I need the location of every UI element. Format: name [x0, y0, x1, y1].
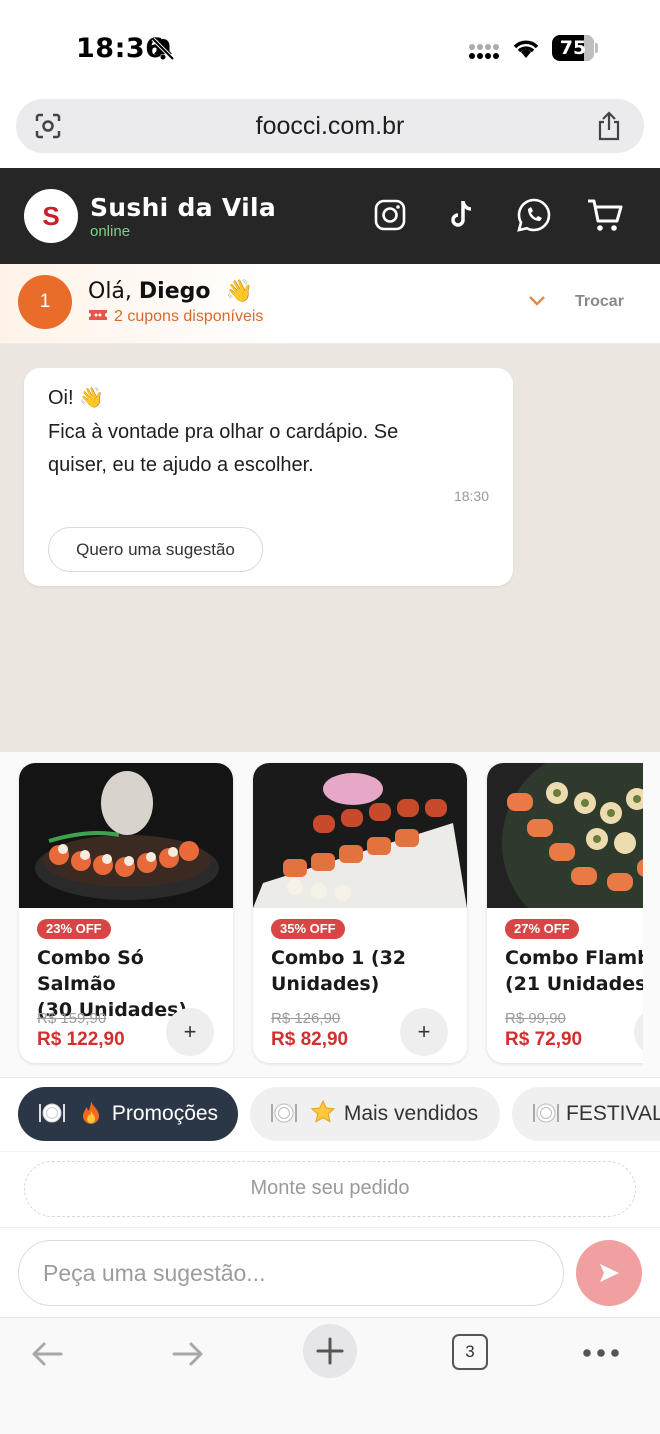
user-avatar[interactable]: 1 — [18, 275, 72, 329]
battery-level: 75 — [559, 37, 587, 59]
discount-badge: 35% OFF — [271, 919, 345, 939]
old-price: R$ 99,90 — [505, 1010, 566, 1027]
product-price: R$ 82,90 — [271, 1029, 349, 1050]
coupons-text: 2 cupons disponíveis — [114, 308, 264, 325]
cellular-signal-icon — [469, 44, 499, 59]
wave-emoji: 👋 — [225, 279, 253, 304]
plus-icon — [316, 1337, 344, 1365]
chat-area[interactable]: Oi! 👋 Fica à vontade pra olhar o cardápi… — [0, 344, 660, 752]
send-icon — [600, 1264, 619, 1282]
greeting-text: Olá, Diego 👋 — [88, 279, 253, 304]
product-price: R$ 72,90 — [505, 1029, 583, 1050]
star-icon — [310, 1099, 336, 1123]
cart-icon[interactable] — [585, 195, 625, 235]
store-name: Sushi da Vila — [90, 193, 277, 222]
product-price: R$ 122,90 — [37, 1029, 125, 1050]
suggestion-button[interactable]: Quero uma sugestão — [48, 527, 263, 572]
product-name: Combo 1 (32 Unidades) — [271, 947, 407, 995]
message-line: Oi! 👋 — [48, 387, 105, 409]
send-button[interactable] — [576, 1240, 642, 1306]
ticket-icon — [89, 310, 107, 320]
discount-badge: 27% OFF — [505, 919, 579, 939]
message-line: quiser, eu te ajudo a escolher. — [48, 454, 314, 476]
bell-muted-icon — [151, 37, 175, 61]
add-to-cart-button[interactable]: + — [166, 1008, 214, 1056]
back-arrow-icon[interactable] — [27, 1334, 67, 1374]
coupons-link[interactable]: 2 cupons disponíveis — [88, 308, 263, 326]
discount-badge: 23% OFF — [37, 919, 111, 939]
battery-icon: 75 — [552, 35, 598, 61]
status-bar: 18:36 75 — [0, 0, 660, 96]
chevron-down-icon[interactable] — [527, 294, 547, 308]
fire-icon — [82, 1101, 99, 1124]
more-dots-icon[interactable] — [582, 1348, 620, 1358]
new-tab-button[interactable] — [303, 1324, 357, 1378]
url-text: foocci.com.br — [255, 112, 405, 140]
message-line: Fica à vontade pra olhar o cardápio. Se — [48, 421, 399, 443]
wifi-icon — [513, 40, 539, 58]
share-icon[interactable] — [596, 111, 622, 141]
greeting-hello: Olá, — [88, 279, 132, 304]
product-name: Combo Flambado (21 Unidades) — [505, 947, 643, 995]
product-card[interactable]: 27% OFF Combo Flambado (21 Unidades) R$ … — [487, 763, 643, 1063]
instagram-icon[interactable] — [370, 195, 410, 235]
greeting-user: Diego — [138, 279, 211, 304]
add-to-cart-button[interactable]: + — [634, 1008, 643, 1056]
suggestion-input[interactable] — [18, 1240, 564, 1306]
whatsapp-icon[interactable] — [514, 195, 554, 235]
forward-arrow-icon[interactable] — [168, 1334, 208, 1374]
switch-user-button[interactable]: Trocar — [575, 293, 624, 311]
plate-icon — [39, 1103, 65, 1123]
plate-icon — [533, 1103, 559, 1123]
tabs-button[interactable]: 3 — [452, 1334, 488, 1370]
category-label: FESTIVAL — [566, 1102, 660, 1125]
greeting-bar: 1 Olá, Diego 👋 2 cupons disponíveis Troc… — [0, 264, 660, 344]
category-chip-mais-vendidos[interactable]: Mais vendidos — [250, 1087, 500, 1141]
product-carousel[interactable]: 23% OFF Combo Só Salmão (30 Unidades) R$… — [0, 752, 660, 1077]
category-label: Promoções — [111, 1102, 219, 1125]
address-bar[interactable]: foocci.com.br — [16, 99, 644, 153]
store-logo[interactable]: S — [24, 189, 78, 243]
build-order-button[interactable]: Monte seu pedido — [24, 1161, 636, 1217]
product-image — [253, 763, 467, 908]
add-to-cart-button[interactable]: + — [400, 1008, 448, 1056]
store-header: S Sushi da Vila online — [0, 168, 660, 264]
composer — [0, 1227, 660, 1317]
product-image — [19, 763, 233, 908]
store-status: online — [90, 223, 131, 240]
category-label: Mais vendidos — [343, 1102, 479, 1125]
category-chip-festival[interactable]: FESTIVAL — [512, 1087, 660, 1141]
old-price: R$ 126,90 — [271, 1010, 341, 1027]
product-image — [487, 763, 643, 908]
chat-message: Oi! 👋 Fica à vontade pra olhar o cardápi… — [24, 368, 513, 586]
category-tabs[interactable]: Promoções Mais vendidos FESTIVAL — [0, 1077, 660, 1151]
build-order-area: Monte seu pedido — [0, 1151, 660, 1227]
category-chip-promocoes[interactable]: Promoções — [18, 1087, 238, 1141]
product-card[interactable]: 23% OFF Combo Só Salmão (30 Unidades) R$… — [19, 763, 233, 1063]
old-price: R$ 159,90 — [37, 1010, 107, 1027]
browser-toolbar: 3 — [0, 1317, 660, 1434]
message-time: 18:30 — [453, 488, 489, 504]
product-card[interactable]: 35% OFF Combo 1 (32 Unidades) R$ 126,90 … — [253, 763, 467, 1063]
plate-icon — [271, 1103, 297, 1123]
tiktok-icon[interactable] — [442, 195, 482, 235]
